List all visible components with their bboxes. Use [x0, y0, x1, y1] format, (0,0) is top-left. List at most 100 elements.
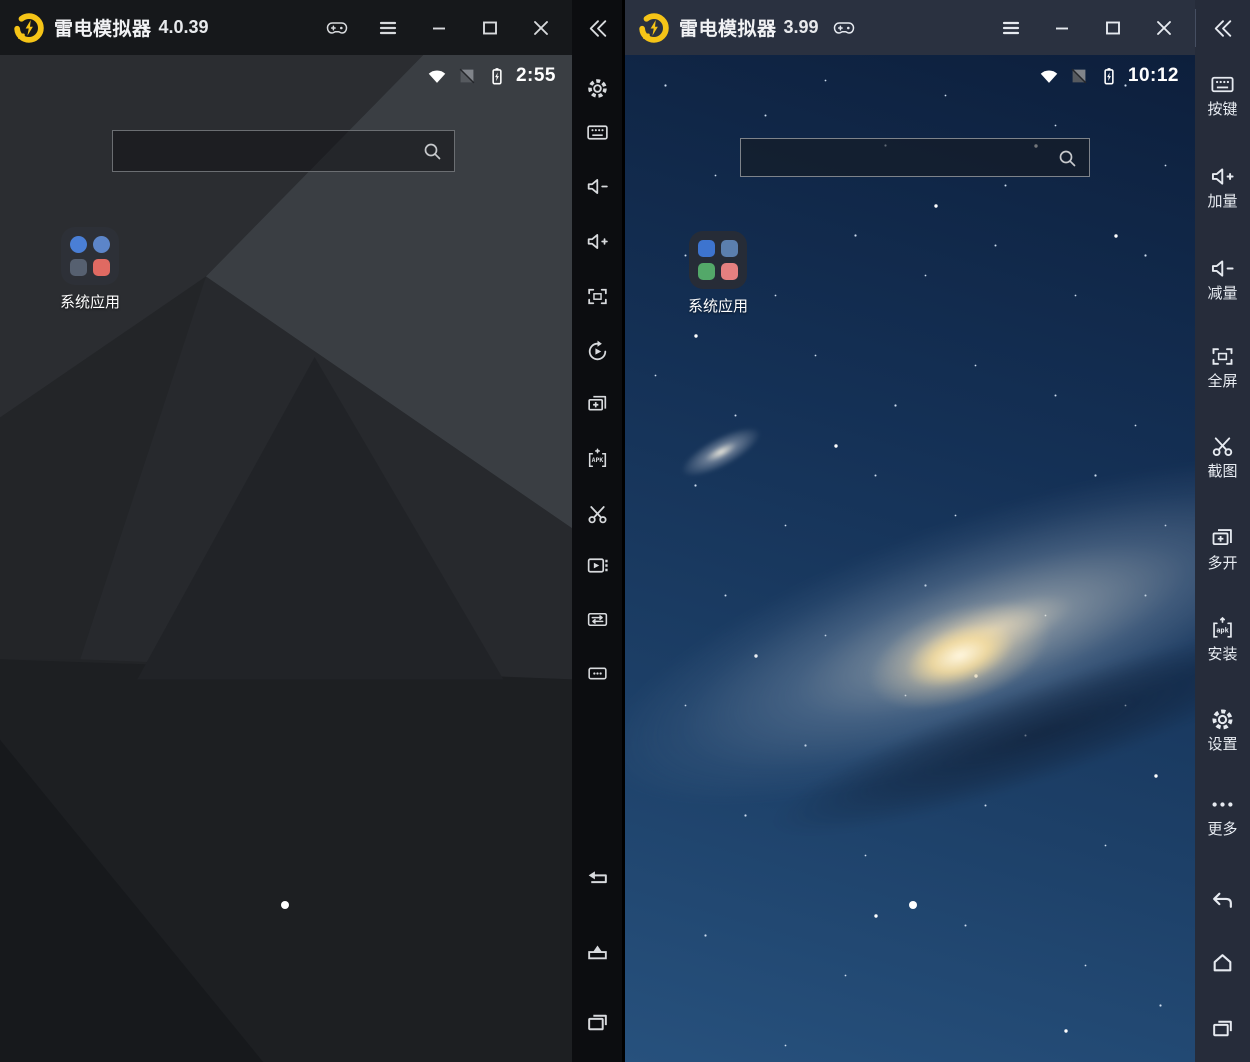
gamepad-button[interactable] [320, 11, 354, 45]
toolbar-settings-button[interactable] [572, 68, 622, 108]
gear-icon [1209, 706, 1236, 733]
nav-back-button[interactable] [572, 858, 622, 898]
collapse-sidebar-button[interactable] [572, 8, 622, 48]
toolbar-multi-instance-button[interactable]: 多开 [1195, 525, 1250, 572]
menu-icon [999, 16, 1023, 40]
left-wallpaper [0, 55, 572, 1062]
toolbar-label: 按键 [1207, 101, 1238, 118]
browser-app-icon [721, 240, 738, 257]
toolbar-label: 全屏 [1207, 373, 1238, 390]
emulator-window-right: 雷电模拟器 3.99 10:12 系统应用 按键 加量 减量 全屏 截图 多开 … [625, 0, 1250, 1062]
nav-home-button[interactable] [1195, 942, 1250, 982]
toolbar-install-apk-button[interactable]: apk 安装 [1195, 616, 1250, 663]
fullscreen-icon [1209, 343, 1236, 370]
right-titlebar: 雷电模拟器 3.99 [625, 0, 1195, 55]
toolbar-install-apk-button[interactable]: APK [572, 439, 622, 479]
multi-instance-icon [585, 392, 610, 417]
volume-down-icon [1209, 255, 1236, 282]
minimize-button[interactable] [422, 11, 456, 45]
nav-recents-button[interactable] [1195, 1008, 1250, 1048]
files-app-icon [70, 259, 87, 276]
nav-recents-button[interactable] [572, 1002, 622, 1042]
clock: 2:55 [515, 65, 556, 86]
volume-down-icon [585, 174, 610, 199]
toolbar-keyboard-mapping-button[interactable]: 按键 [1195, 71, 1250, 118]
right-side-toolbar: 按键 加量 减量 全屏 截图 多开 apk 安装 设置 更多 [1195, 0, 1250, 1062]
left-side-toolbar: APK [572, 0, 622, 1062]
menu-button[interactable] [371, 11, 405, 45]
left-window-version: 4.0.39 [158, 17, 209, 37]
files-app-icon [698, 263, 715, 280]
left-window-title: 雷电模拟器 [54, 19, 152, 40]
toolbar-sync-button[interactable] [572, 599, 622, 639]
gamepad-button[interactable] [827, 11, 861, 45]
toolbar-fullscreen-button[interactable] [572, 276, 622, 316]
collapse-sidebar-button[interactable] [1195, 8, 1250, 48]
folder-label: 系统应用 [59, 294, 120, 311]
minimize-button[interactable] [1045, 11, 1079, 45]
minimize-icon [1050, 16, 1074, 40]
gamepad-icon [832, 16, 856, 40]
toolbar-multi-instance-button[interactable] [572, 384, 622, 424]
svg-text:APK: APK [591, 456, 603, 464]
toolbar-more-button[interactable] [572, 653, 622, 693]
toolbar-fullscreen-button[interactable]: 全屏 [1195, 343, 1250, 390]
right-search-bar [740, 138, 1090, 177]
bright-stars-layer [625, 55, 627, 57]
maximize-button[interactable] [473, 11, 507, 45]
desktop: 雷电模拟器 4.0.39 2:55 系统应用 APK 雷电模拟器 3.99 10… [0, 0, 1250, 1062]
toolbar-label: 安装 [1207, 646, 1238, 663]
close-button[interactable] [524, 11, 558, 45]
wifi-icon [1038, 65, 1060, 87]
chevrons-left-icon [1210, 16, 1235, 41]
toolbar-settings-button[interactable]: 设置 [1195, 706, 1250, 753]
search-icon [420, 139, 444, 163]
search-input[interactable] [125, 141, 420, 161]
maximize-button[interactable] [1096, 11, 1130, 45]
close-button[interactable] [1147, 11, 1181, 45]
volume-up-icon [585, 229, 610, 254]
left-android-screen: 2:55 系统应用 [0, 55, 572, 1062]
scissors-icon [585, 502, 610, 527]
toolbar-keyboard-button[interactable] [572, 112, 622, 152]
nav-back-button[interactable] [1195, 880, 1250, 920]
small-galaxy [675, 418, 767, 486]
page-indicator-dot [281, 901, 289, 909]
search-input[interactable] [753, 147, 1055, 168]
no-sim-icon [456, 65, 478, 87]
svg-text:apk: apk [1216, 626, 1229, 634]
gamepad-icon [325, 16, 349, 40]
right-status-bar: 10:12 [1038, 65, 1179, 87]
toolbar-label: 截图 [1207, 463, 1238, 480]
toolbar-label: 减量 [1207, 285, 1238, 302]
toolbar-label: 更多 [1207, 821, 1238, 838]
fullscreen-icon [585, 284, 610, 309]
operation-recorder-icon [585, 339, 610, 364]
toolbar-volume-down-button[interactable]: 减量 [1195, 255, 1250, 302]
maximize-icon [478, 16, 502, 40]
system-apps-folder[interactable] [61, 227, 119, 285]
galaxy-wallpaper [625, 55, 1195, 1062]
menu-button[interactable] [994, 11, 1028, 45]
left-main-area: 雷电模拟器 4.0.39 2:55 系统应用 [0, 0, 572, 1062]
more-icon [585, 661, 610, 686]
toolbar-more-button[interactable]: 更多 [1195, 791, 1250, 838]
settings-app-icon [698, 240, 715, 257]
chevrons-left-icon [585, 16, 610, 41]
toolbar-screenshot-button[interactable] [572, 494, 622, 534]
system-apps-folder[interactable] [689, 231, 747, 289]
toolbar-operation-recorder-button[interactable] [572, 331, 622, 371]
toolbar-label: 多开 [1207, 555, 1238, 572]
toolbar-volume-up-button[interactable]: 加量 [1195, 163, 1250, 210]
toolbar-volume-up-button[interactable] [572, 221, 622, 261]
toolbar-screen-record-button[interactable] [572, 545, 622, 585]
screen-record-icon [585, 553, 610, 578]
recents-icon [585, 1010, 610, 1035]
nav-home-button[interactable] [572, 930, 622, 970]
browser-app-icon [93, 236, 110, 253]
back-icon [585, 866, 610, 891]
toolbar-volume-down-button[interactable] [572, 166, 622, 206]
toolbar-screenshot-button[interactable]: 截图 [1195, 433, 1250, 480]
left-status-bar: 2:55 [426, 65, 556, 87]
gallery-app-icon [93, 259, 110, 276]
